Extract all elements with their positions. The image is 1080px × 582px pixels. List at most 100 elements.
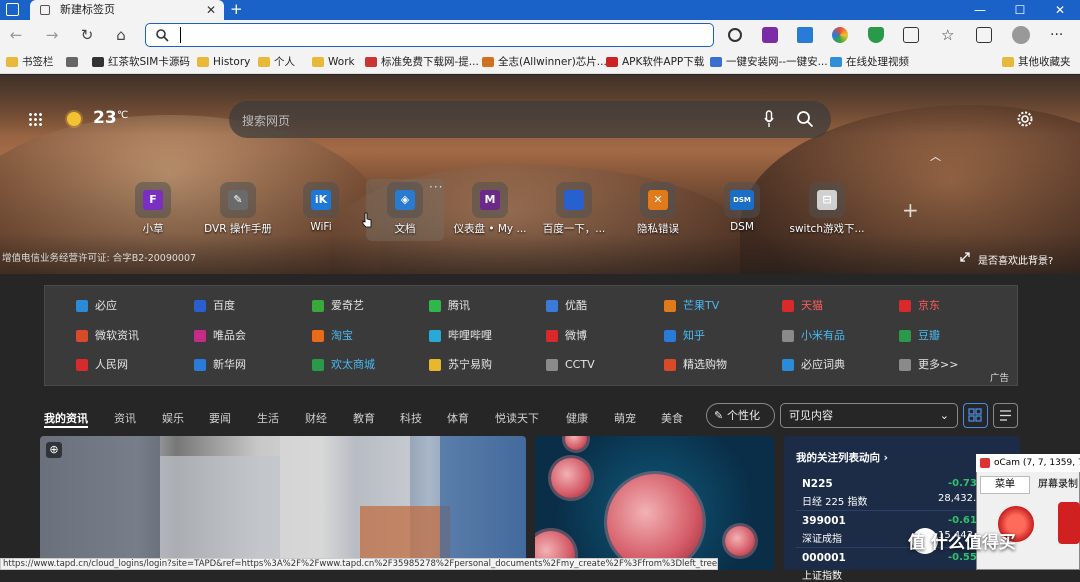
microphone-icon[interactable]	[764, 110, 774, 128]
quick-link[interactable]: CCTV	[546, 357, 595, 373]
weather-sun-icon[interactable]	[67, 112, 81, 126]
shortcut-tile[interactable]: ✎ DVR 操作手册	[199, 179, 277, 241]
quick-link[interactable]: 优酷	[546, 298, 587, 314]
feed-tab[interactable]: 财经	[305, 410, 327, 426]
quick-link[interactable]: 精选购物	[664, 357, 727, 373]
quick-link[interactable]: 欢太商城	[312, 357, 375, 373]
address-bar[interactable]	[145, 23, 714, 47]
shortcut-tile[interactable]: 🐾 百度一下，...	[535, 179, 613, 241]
home-button[interactable]: ⌂	[111, 25, 131, 45]
tab-new-tab[interactable]: 新建标签页 ✕	[30, 0, 224, 20]
feed-tab[interactable]: 美食	[661, 410, 683, 426]
pause-button[interactable]	[1058, 502, 1080, 544]
minimize-button[interactable]: —	[960, 0, 1000, 20]
feed-tab[interactable]: 萌宠	[614, 410, 636, 426]
quick-link[interactable]: 更多>>	[899, 357, 958, 373]
tile-more-options-icon[interactable]: ···	[429, 180, 443, 194]
feed-tab[interactable]: 资讯	[114, 410, 136, 426]
bookmark-item[interactable]	[66, 54, 82, 70]
bookmark-item[interactable]: 个人	[258, 54, 295, 70]
shortcut-tile[interactable]: M 仪表盘 • My ...	[451, 179, 529, 241]
bookmark-item[interactable]: History	[197, 54, 250, 70]
extension-icon-3[interactable]	[797, 27, 813, 43]
watchlist-title[interactable]: 我的关注列表动向 ›	[796, 450, 888, 465]
forward-button[interactable]: →	[42, 25, 62, 45]
chrome-extension-icon[interactable]	[832, 27, 848, 43]
quick-link[interactable]: 唯品会	[194, 328, 246, 344]
quick-link[interactable]: 人民网	[76, 357, 128, 373]
grid-view-button[interactable]	[963, 403, 988, 428]
quick-link[interactable]: 知乎	[664, 328, 705, 344]
ocam-menu-tab[interactable]: 菜单	[980, 476, 1030, 494]
visible-content-select[interactable]: 可见内容 ⌄	[780, 403, 958, 428]
shortcut-tile[interactable]: DSM DSM	[703, 179, 781, 241]
shortcut-tile[interactable]: ⊟ switch游戏下...	[788, 179, 866, 241]
feed-tab[interactable]: 体育	[447, 410, 469, 426]
quick-link[interactable]: 芒果TV	[664, 298, 719, 314]
extension-icon-1[interactable]	[728, 28, 742, 42]
search-icon[interactable]	[796, 110, 814, 128]
new-tab-button[interactable]: +	[230, 0, 243, 18]
bookmark-item[interactable]: 红茶软SIM卡源码	[92, 54, 190, 70]
chevron-up-icon[interactable]: ︿	[930, 148, 941, 164]
quick-link[interactable]: 淘宝	[312, 328, 353, 344]
quick-link[interactable]: 爱奇艺	[312, 298, 364, 314]
feed-tab[interactable]: 悦读天下	[495, 410, 539, 426]
weather-temperature[interactable]: 23	[93, 108, 117, 128]
news-card-virus-image[interactable]	[535, 436, 774, 570]
feed-tab[interactable]: 科技	[400, 410, 422, 426]
feed-tab[interactable]: 要闻	[209, 410, 231, 426]
shortcut-tile[interactable]: ✕ 隐私错误	[619, 179, 697, 241]
bookmark-item[interactable]: APK软件APP下载	[606, 54, 704, 70]
collections-icon[interactable]	[976, 27, 992, 43]
profile-avatar[interactable]	[1012, 26, 1030, 44]
apps-grid-icon[interactable]	[28, 112, 42, 126]
feed-tab[interactable]: 生活	[257, 410, 279, 426]
maximize-button[interactable]: ☐	[1000, 0, 1040, 20]
bookmark-item[interactable]: 全志(Allwinner)芯片...	[482, 54, 607, 70]
list-view-button[interactable]	[993, 403, 1018, 428]
puzzle-icon[interactable]	[903, 27, 919, 43]
news-card-image[interactable]	[40, 436, 526, 570]
tab-close-icon[interactable]: ✕	[206, 0, 216, 20]
refresh-button[interactable]: ↻	[77, 25, 97, 45]
shortcut-tile[interactable]: iK WiFi	[282, 179, 360, 241]
card-expand-icon[interactable]: ⊕	[46, 442, 62, 458]
bookmark-item[interactable]: 书签栏	[6, 54, 54, 70]
bookmark-item[interactable]: 其他收藏夹	[1002, 54, 1071, 70]
gear-icon[interactable]	[1016, 110, 1034, 128]
more-menu-icon[interactable]: ···	[1050, 27, 1066, 43]
close-window-button[interactable]: ✕	[1040, 0, 1080, 20]
quick-link[interactable]: 新华网	[194, 357, 246, 373]
bookmark-item[interactable]: Work	[312, 54, 355, 70]
shortcut-tile[interactable]: F 小草	[114, 179, 192, 241]
bookmark-item[interactable]: 在线处理视频	[830, 54, 909, 70]
personalize-button[interactable]: ✎ 个性化	[706, 403, 775, 428]
quick-link[interactable]: 必应词典	[782, 357, 845, 373]
quick-link[interactable]: 百度	[194, 298, 235, 314]
quick-link[interactable]: 天猫	[782, 298, 823, 314]
quick-link[interactable]: 微博	[546, 328, 587, 344]
expand-icon[interactable]	[960, 252, 970, 262]
quick-link[interactable]: 哔哩哔哩	[429, 328, 492, 344]
quick-link[interactable]: 小米有品	[782, 328, 845, 344]
feed-tab[interactable]: 娱乐	[162, 410, 184, 426]
back-button[interactable]: ←	[6, 25, 26, 45]
bookmark-item[interactable]: 标准免费下载网-提...	[365, 54, 479, 70]
favorites-icon[interactable]: ☆	[941, 27, 957, 43]
add-shortcut-button[interactable]: +	[902, 198, 919, 222]
quick-link[interactable]: 苏宁易购	[429, 357, 492, 373]
onenote-icon[interactable]	[762, 27, 778, 43]
shield-icon[interactable]	[868, 27, 884, 43]
quick-link[interactable]: 微软资讯	[76, 328, 139, 344]
feed-tab[interactable]: 我的资讯	[44, 410, 88, 426]
quick-link[interactable]: 京东	[899, 298, 940, 314]
like-background-link[interactable]: 是否喜欢此背景?	[978, 252, 1053, 267]
feed-tab[interactable]: 教育	[353, 410, 375, 426]
quick-link[interactable]: 腾讯	[429, 298, 470, 314]
window-menu-icon[interactable]	[6, 3, 19, 16]
web-search-box[interactable]	[229, 101, 831, 138]
ocam-screen-record-tab[interactable]: 屏幕录制	[1032, 476, 1080, 494]
quick-link[interactable]: 豆瓣	[899, 328, 940, 344]
quick-link[interactable]: 必应	[76, 298, 117, 314]
